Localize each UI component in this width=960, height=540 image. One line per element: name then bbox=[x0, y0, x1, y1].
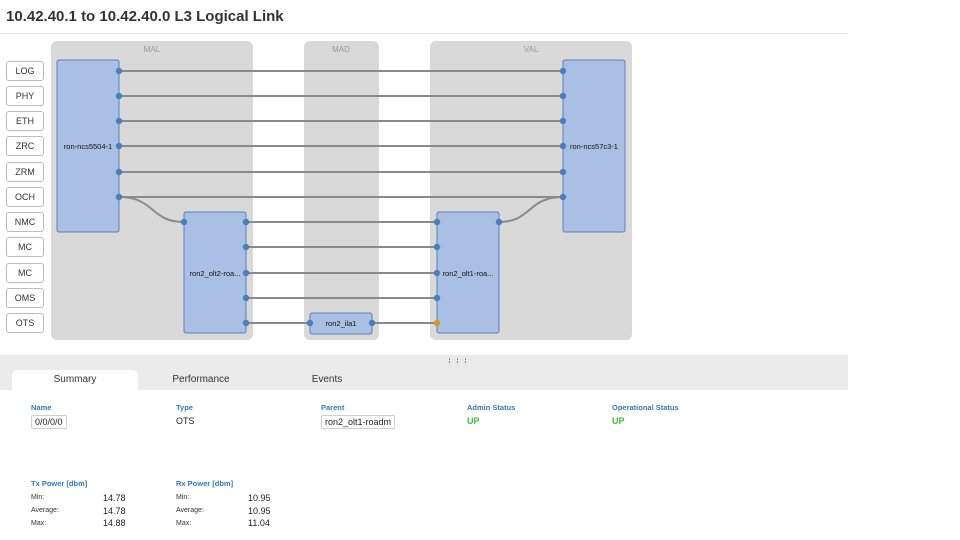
name-value: 0/0/0/0 bbox=[31, 415, 67, 429]
port-selected[interactable] bbox=[433, 319, 441, 327]
port[interactable] bbox=[242, 269, 250, 277]
tx-max-value: 14.88 bbox=[103, 518, 126, 528]
site-label-mal: MAL bbox=[144, 45, 161, 54]
port[interactable] bbox=[242, 294, 250, 302]
rx-min-label: Min: bbox=[176, 494, 190, 501]
panel-splitter[interactable] bbox=[0, 355, 848, 365]
site-label-mad: MAD bbox=[332, 45, 350, 54]
parent-value[interactable]: ron2_olt1-roadm bbox=[321, 415, 396, 429]
rx-avg-label: Average: bbox=[176, 507, 204, 514]
type-label: Type bbox=[176, 403, 193, 412]
port[interactable] bbox=[559, 193, 567, 201]
site-column-mad bbox=[304, 41, 379, 340]
topology-diagram: MAL MAD VAL ron-ncs5504-1 ron-ncs57c3-1 … bbox=[51, 41, 632, 340]
tab-summary[interactable]: Summary bbox=[12, 370, 138, 391]
operational-status-value: UP bbox=[612, 416, 625, 426]
operational-status-label: Operational Status bbox=[612, 403, 679, 412]
node-label-router-a: ron-ncs5504-1 bbox=[64, 142, 112, 151]
port[interactable] bbox=[115, 117, 123, 125]
tx-min-value: 14.78 bbox=[103, 493, 126, 503]
port[interactable] bbox=[180, 218, 188, 226]
node-label-ila: ron2_ila1 bbox=[326, 319, 357, 328]
tx-min-label: Min: bbox=[31, 494, 45, 501]
port[interactable] bbox=[242, 218, 250, 226]
tab-performance[interactable]: Performance bbox=[140, 370, 262, 391]
rx-avg-value: 10.95 bbox=[248, 506, 271, 516]
rx-power-label: Rx Power [dbm] bbox=[176, 479, 234, 488]
tx-avg-label: Average: bbox=[31, 507, 59, 514]
tx-max-label: Max: bbox=[31, 520, 47, 527]
node-label-router-b: ron-ncs57c3-1 bbox=[570, 142, 618, 151]
rx-max-label: Max: bbox=[176, 520, 192, 527]
port[interactable] bbox=[433, 218, 441, 226]
port[interactable] bbox=[368, 319, 376, 327]
site-label-val: VAL bbox=[524, 45, 539, 54]
port[interactable] bbox=[242, 243, 250, 251]
port[interactable] bbox=[559, 67, 567, 75]
port[interactable] bbox=[306, 319, 314, 327]
node-label-roadm-a: ron2_olt2-roa... bbox=[190, 269, 241, 278]
parent-label: Parent bbox=[321, 403, 345, 412]
node-label-roadm-b: ron2_olt1-roa... bbox=[443, 269, 494, 278]
port[interactable] bbox=[559, 168, 567, 176]
port[interactable] bbox=[559, 92, 567, 100]
tab-events[interactable]: Events bbox=[266, 370, 388, 391]
port[interactable] bbox=[115, 142, 123, 150]
port[interactable] bbox=[115, 193, 123, 201]
tx-avg-value: 14.78 bbox=[103, 506, 126, 516]
port[interactable] bbox=[559, 142, 567, 150]
type-value: OTS bbox=[176, 416, 195, 426]
port[interactable] bbox=[495, 218, 503, 226]
logical-link-page: 10.42.40.1 to 10.42.40.0 L3 Logical Link… bbox=[0, 0, 960, 540]
port[interactable] bbox=[433, 269, 441, 277]
tx-power-label: Tx Power [dbm] bbox=[31, 479, 88, 488]
port[interactable] bbox=[115, 67, 123, 75]
name-label: Name bbox=[31, 403, 52, 412]
admin-status-value: UP bbox=[467, 416, 480, 426]
port[interactable] bbox=[433, 294, 441, 302]
detail-tab-bar: Summary Performance Events bbox=[0, 365, 848, 391]
port[interactable] bbox=[115, 92, 123, 100]
admin-status-label: Admin Status bbox=[467, 403, 516, 412]
rx-max-value: 11.04 bbox=[248, 518, 270, 528]
port[interactable] bbox=[559, 117, 567, 125]
port[interactable] bbox=[242, 319, 250, 327]
rx-min-value: 10.95 bbox=[248, 493, 271, 503]
port[interactable] bbox=[115, 168, 123, 176]
port[interactable] bbox=[433, 243, 441, 251]
